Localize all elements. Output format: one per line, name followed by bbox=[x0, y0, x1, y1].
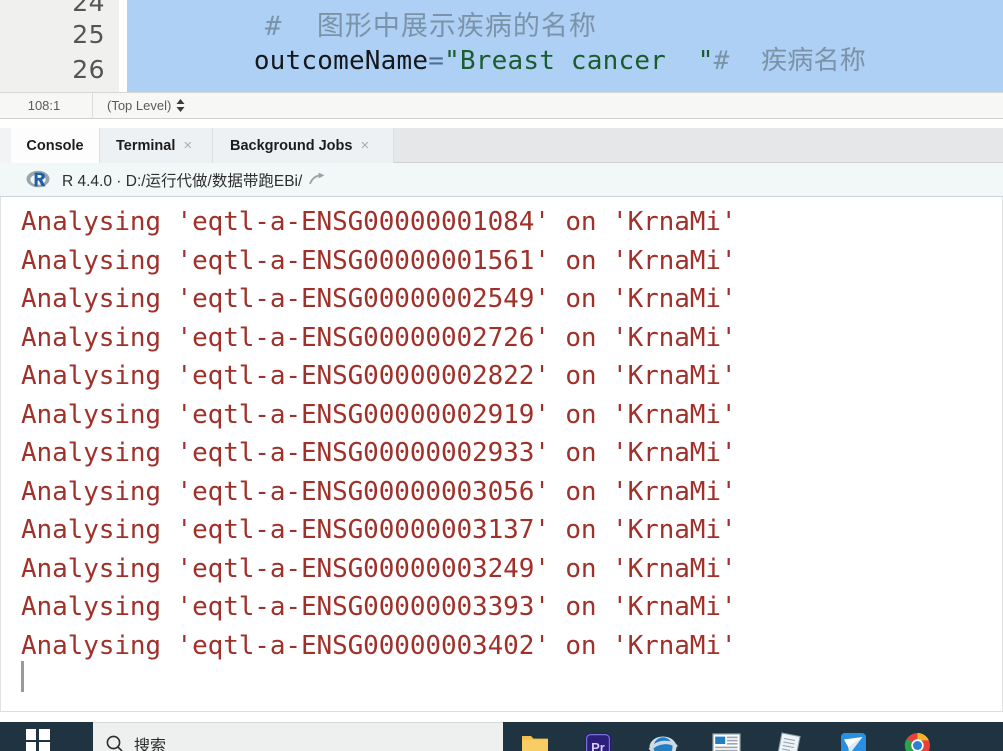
tab-console[interactable]: Console bbox=[11, 128, 99, 163]
code-line-25[interactable]: outcomeName="Breast cancer "# 疾病名称 bbox=[127, 22, 866, 92]
cursor-position-indicator[interactable]: 108:1 bbox=[0, 92, 93, 119]
tab-background-jobs-label: Background Jobs bbox=[230, 137, 353, 154]
line-number-24: 24 bbox=[72, 0, 105, 17]
news-widgets-icon[interactable] bbox=[712, 732, 742, 751]
line-number-25: 25 bbox=[72, 20, 105, 49]
console-header-text: R 4.4.0 · D:/运行代做/数据带跑EBi/ bbox=[62, 172, 303, 190]
close-icon[interactable]: × bbox=[360, 137, 369, 154]
spinner-arrows-icon bbox=[176, 99, 185, 112]
console-line: Analysing 'eqtl-a-ENSG00000003393' on 'K… bbox=[21, 592, 737, 622]
windows-taskbar: 搜索 Pr bbox=[0, 722, 1003, 751]
code-token-string: "Breast cancer " bbox=[444, 46, 714, 76]
windows-logo-icon bbox=[25, 729, 50, 751]
taskbar-pinned-icons: Pr bbox=[520, 722, 934, 751]
console-line: Analysing 'eqtl-a-ENSG00000002549' on 'K… bbox=[21, 284, 737, 314]
taskbar-search-label: 搜索 bbox=[134, 738, 167, 751]
file-explorer-folder-icon[interactable] bbox=[520, 732, 550, 751]
internet-explorer-icon[interactable] bbox=[648, 732, 678, 751]
svg-text:Pr: Pr bbox=[591, 740, 605, 751]
code-scope-label: (Top Level) bbox=[107, 98, 172, 113]
tab-background-jobs[interactable]: Background Jobs × bbox=[213, 128, 394, 163]
console-line: Analysing 'eqtl-a-ENSG00000003056' on 'K… bbox=[21, 476, 737, 507]
open-in-new-arrow-icon[interactable] bbox=[309, 172, 327, 187]
close-icon[interactable]: × bbox=[183, 137, 192, 154]
editor-code-area[interactable]: # 图形中展示疾病的名称 outcomeName="Breast cancer … bbox=[127, 0, 1003, 92]
pane-separator bbox=[0, 119, 1003, 128]
console-line: Analysing 'eqtl-a-ENSG00000002919' on 'K… bbox=[21, 399, 737, 430]
tab-console-label: Console bbox=[26, 137, 84, 154]
search-icon bbox=[106, 735, 123, 751]
console-line: Analysing 'eqtl-a-ENSG00000003249' on 'K… bbox=[21, 553, 737, 584]
code-scope-selector[interactable]: (Top Level) bbox=[93, 92, 185, 119]
console-line: Analysing 'eqtl-a-ENSG00000003402' on 'K… bbox=[21, 630, 737, 661]
tabbar-leading-spacer bbox=[0, 128, 11, 163]
tab-terminal[interactable]: Terminal × bbox=[99, 128, 213, 163]
rstudio-window: 24 25 26 # 图形中展示疾病的名称 outcomeName="Breas… bbox=[0, 0, 1003, 751]
console-line: Analysing 'eqtl-a-ENSG00000001084' on 'K… bbox=[21, 207, 737, 237]
console-header: R 4.4.0 · D:/运行代做/数据带跑EBi/ bbox=[0, 163, 1003, 197]
code-token-operator: = bbox=[428, 46, 445, 76]
console-text-caret bbox=[21, 661, 24, 692]
r-logo-icon bbox=[26, 169, 50, 190]
console-line: Analysing 'eqtl-a-ENSG00000001561' on 'K… bbox=[21, 245, 737, 276]
adobe-premiere-icon[interactable]: Pr bbox=[584, 732, 614, 751]
foxmail-icon[interactable] bbox=[840, 732, 870, 751]
source-editor-pane[interactable]: 24 25 26 # 图形中展示疾病的名称 outcomeName="Breas… bbox=[0, 0, 1003, 92]
taskbar-search-box[interactable]: 搜索 bbox=[93, 722, 503, 751]
editor-status-bar: 108:1 (Top Level) bbox=[0, 92, 1003, 119]
code-line-25-comment: # 疾病名称 bbox=[713, 46, 866, 76]
console-line: Analysing 'eqtl-a-ENSG00000002726' on 'K… bbox=[21, 322, 737, 353]
editor-line-number-gutter: 24 25 26 bbox=[0, 0, 120, 92]
notepad-icon[interactable] bbox=[776, 732, 806, 751]
console-line: Analysing 'eqtl-a-ENSG00000003137' on 'K… bbox=[21, 515, 737, 545]
chrome-icon[interactable] bbox=[904, 732, 934, 751]
console-output[interactable]: Analysing 'eqtl-a-ENSG00000001084' on 'K… bbox=[0, 197, 1003, 712]
console-pane-tabbar: Console Terminal × Background Jobs × bbox=[0, 128, 1003, 163]
line-number-26: 26 bbox=[72, 55, 105, 84]
console-line: Analysing 'eqtl-a-ENSG00000002822' on 'K… bbox=[21, 361, 737, 391]
code-token-variable: outcomeName bbox=[253, 46, 429, 76]
console-line: Analysing 'eqtl-a-ENSG00000002933' on 'K… bbox=[21, 438, 737, 468]
windows-start-button[interactable] bbox=[0, 722, 75, 751]
tab-terminal-label: Terminal bbox=[116, 137, 176, 154]
